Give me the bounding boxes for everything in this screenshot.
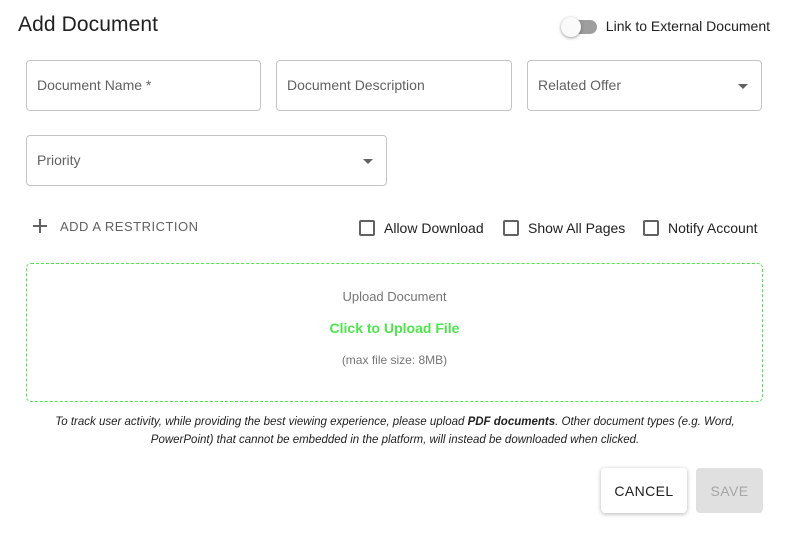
show-all-pages-label: Show All Pages (528, 220, 626, 236)
allow-download-label: Allow Download (384, 220, 484, 236)
toggle-thumb (560, 17, 581, 37)
chevron-down-icon (363, 159, 373, 164)
priority-placeholder: Priority (37, 152, 81, 168)
checkbox-box[interactable] (359, 220, 375, 236)
pdf-info-text: To track user activity, while providing … (36, 413, 754, 449)
upload-file-link[interactable]: Click to Upload File (27, 320, 762, 336)
priority-select[interactable]: Priority (26, 135, 387, 186)
upload-title: Upload Document (342, 289, 447, 304)
save-button[interactable]: SAVE (696, 468, 763, 513)
document-name-field[interactable]: Document Name * (26, 60, 261, 111)
upload-size-note: (max file size: 8MB) (341, 353, 448, 367)
related-offer-placeholder: Related Offer (538, 77, 622, 93)
related-offer-select[interactable]: Related Offer (527, 60, 762, 111)
show-all-pages-checkbox[interactable]: Show All Pages (503, 220, 625, 236)
document-description-field[interactable]: Document Description (276, 60, 512, 111)
checkbox-box[interactable] (643, 220, 659, 236)
add-restriction-label: ADD A RESTRICTION (60, 218, 199, 234)
document-name-placeholder: Document Name * (37, 77, 152, 93)
document-description-placeholder: Document Description (287, 77, 425, 93)
notify-account-label: Notify Account (668, 220, 758, 236)
cancel-button[interactable]: CANCEL (601, 468, 687, 513)
info-text-start: To track user activity, while providing … (55, 416, 468, 428)
dialog-title: Add Document (18, 13, 159, 36)
plus-icon (32, 218, 48, 234)
external-document-label: Link to External Document (605, 18, 770, 34)
allow-download-checkbox[interactable]: Allow Download (359, 220, 484, 236)
notify-account-checkbox[interactable]: Notify Account (643, 220, 758, 236)
upload-dropzone[interactable]: Upload Document Click to Upload File (ma… (26, 263, 763, 402)
chevron-down-icon (738, 84, 748, 89)
add-restriction-button[interactable]: ADD A RESTRICTION (32, 218, 199, 234)
toggle-switch[interactable] (560, 16, 597, 37)
info-text-bold: PDF documents (467, 416, 556, 428)
external-document-toggle[interactable]: Link to External Document (560, 16, 770, 37)
checkbox-box[interactable] (503, 220, 519, 236)
